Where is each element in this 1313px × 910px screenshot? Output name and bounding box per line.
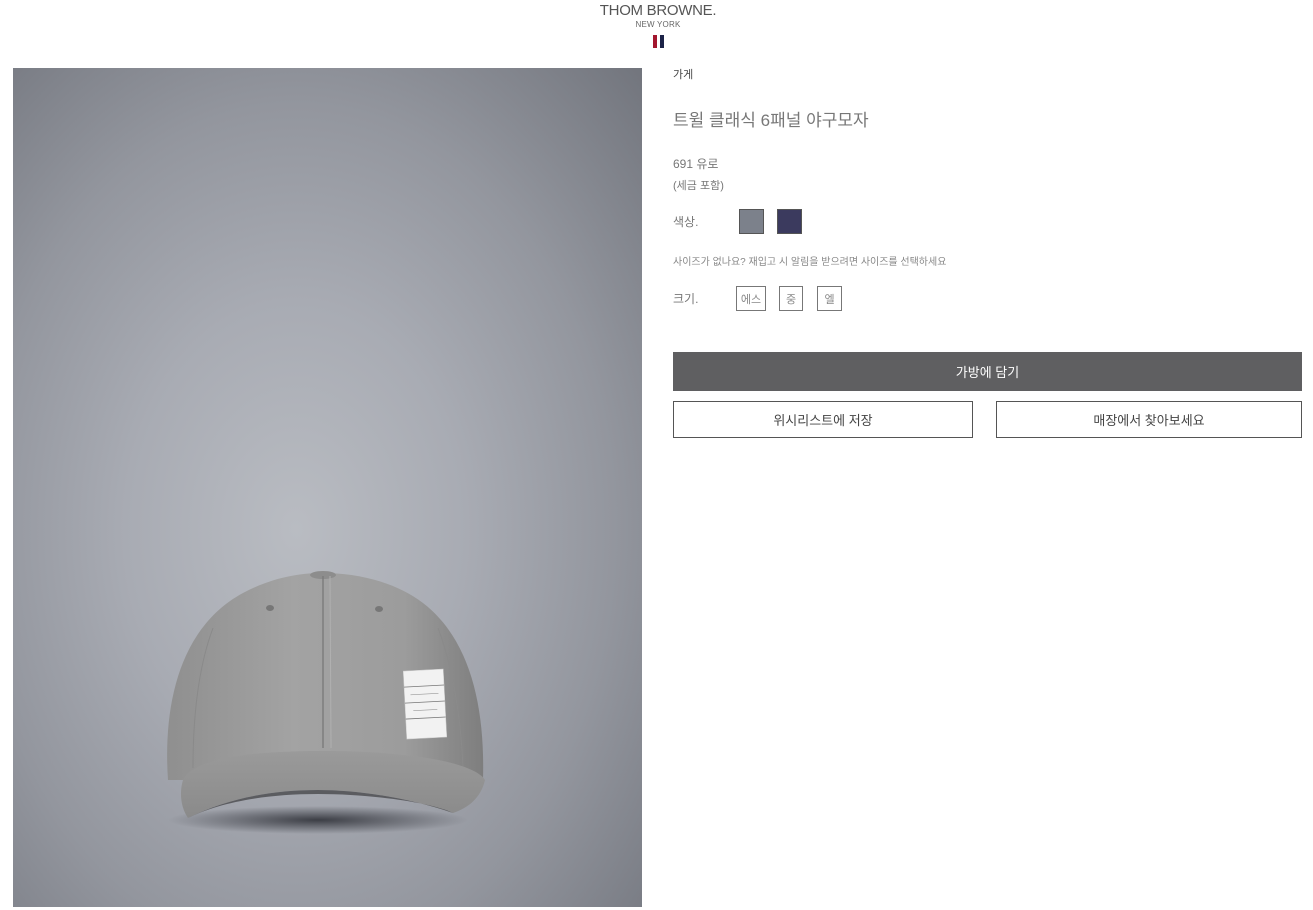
size-label: 크기. [673, 292, 699, 306]
color-swatch-grey[interactable] [739, 209, 764, 234]
color-label: 색상. [673, 215, 699, 229]
size-hint: 사이즈가 없나요? 재입고 시 알림을 받으려면 사이즈를 선택하세요 [673, 257, 947, 268]
brand-name: THOM BROWNE. [599, 2, 717, 19]
cap-illustration [167, 571, 485, 834]
breadcrumb[interactable]: 가게 [673, 66, 693, 82]
brand-logo[interactable]: THOM BROWNE. NEW YORK [590, 0, 726, 52]
flag-icon [590, 35, 726, 48]
size-button-l[interactable]: 엘 [817, 286, 842, 311]
size-button-s[interactable]: 에스 [736, 286, 766, 311]
size-button-m[interactable]: 중 [779, 286, 803, 311]
add-to-bag-button[interactable]: 가방에 담기 [673, 352, 1302, 391]
product-title: 트윌 클래식 6패널 야구모자 [673, 111, 869, 130]
product-price: 691 유로 [673, 157, 719, 171]
flag-stripe-red [652, 35, 657, 48]
flag-stripe-navy [659, 35, 664, 48]
product-page: THOM BROWNE. NEW YORK 가게 트윌 클래식 6패널 야구모자… [0, 0, 1313, 910]
color-swatch-navy[interactable] [777, 209, 802, 234]
product-image[interactable] [13, 68, 642, 907]
find-in-store-button[interactable]: 매장에서 찾아보세요 [996, 401, 1302, 438]
save-wishlist-button[interactable]: 위시리스트에 저장 [673, 401, 973, 438]
tax-note: (세금 포함) [673, 180, 724, 192]
brand-location: NEW YORK [635, 20, 681, 29]
